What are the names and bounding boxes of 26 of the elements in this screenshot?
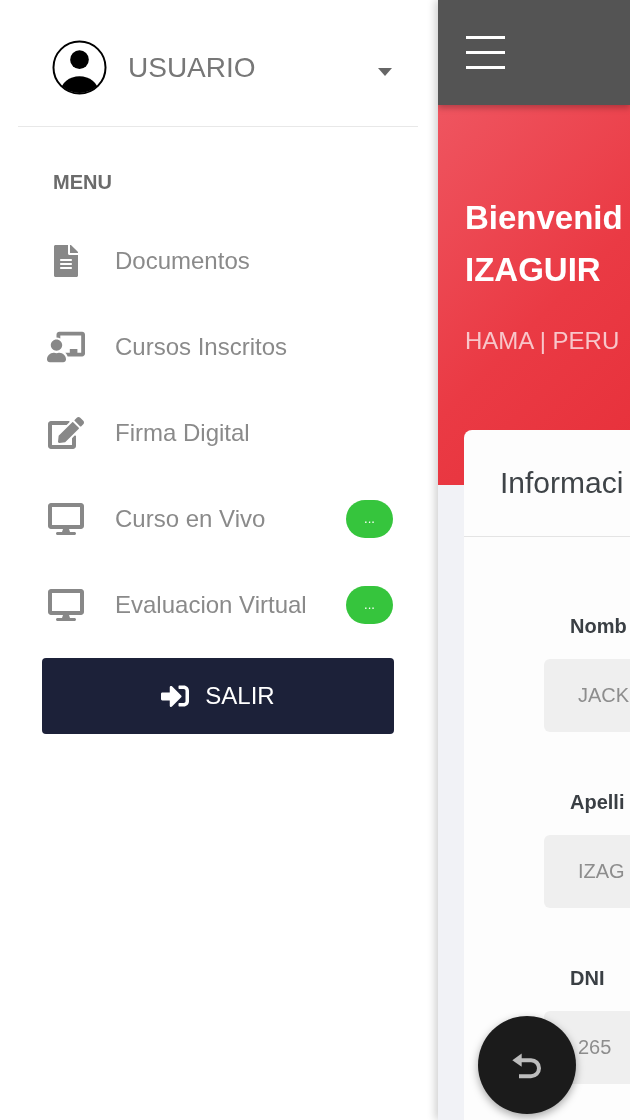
card-title: Informaci: [500, 465, 624, 501]
greeting: Bienvenid: [465, 198, 624, 238]
menu-item[interactable]: Cursos Inscritos: [47, 331, 393, 363]
edit-icon: [48, 417, 84, 449]
return-arrow-icon: [511, 1051, 543, 1079]
user-avatar-icon: [52, 40, 107, 95]
notification-badge: ...: [346, 586, 393, 624]
banner-subtitle: HAMA | PERU: [465, 326, 621, 356]
caret-icon[interactable]: [378, 67, 392, 76]
presenter-board-icon: [47, 331, 85, 363]
logout-button[interactable]: SALIR: [42, 658, 394, 734]
user-name: USUARIO: [128, 50, 257, 85]
menu-icon[interactable]: [466, 36, 505, 69]
field-label: Apelli: [570, 790, 626, 814]
monitor-icon: [48, 503, 84, 535]
monitor-icon: [48, 589, 84, 621]
menu-item[interactable]: Curso en Vivo: [47, 503, 346, 535]
field-label: Nomb: [570, 614, 628, 638]
menu-item[interactable]: Evaluacion Virtual: [47, 589, 346, 621]
document-icon: [54, 245, 78, 277]
menu-heading: MENU: [53, 170, 113, 194]
field-label: DNI: [570, 966, 606, 990]
user-full-name: IZAGUIR: [465, 250, 602, 290]
menu-item[interactable]: Documentos: [47, 245, 393, 277]
notification-badge: ...: [346, 500, 393, 538]
menu-item[interactable]: Firma Digital: [47, 417, 393, 449]
